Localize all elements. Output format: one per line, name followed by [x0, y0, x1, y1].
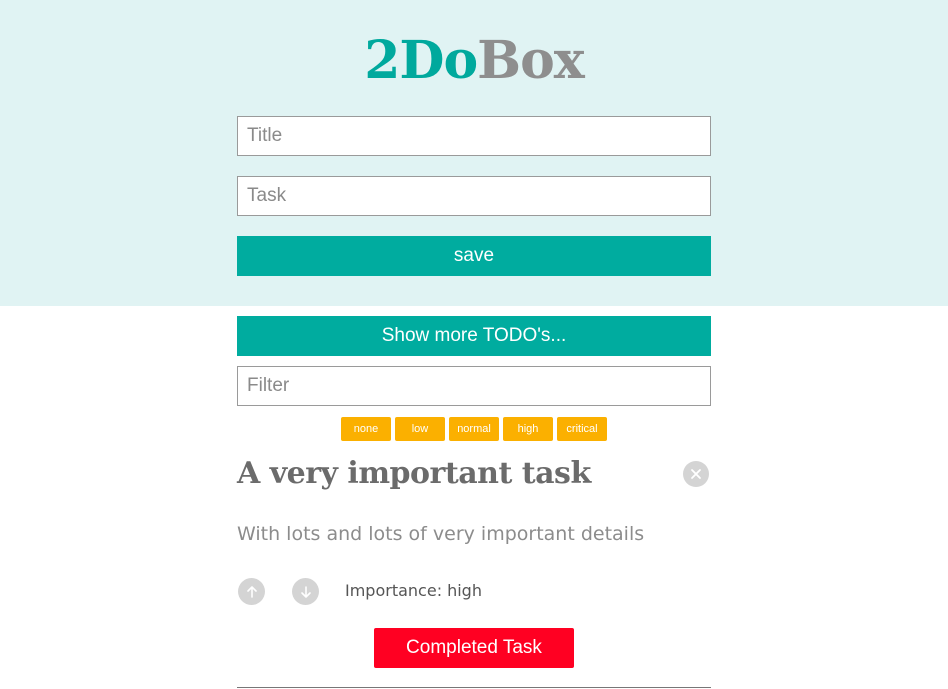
importance-indicator: Importance: high — [345, 581, 482, 600]
filter-normal-button[interactable]: normal — [449, 417, 499, 441]
importance-value: high — [447, 581, 482, 600]
todo-title[interactable]: A very important task — [237, 456, 591, 491]
delete-button[interactable] — [683, 461, 709, 487]
filter-none-button[interactable]: none — [341, 417, 391, 441]
filter-input[interactable] — [237, 366, 711, 406]
app-logo: 2DoBox — [0, 30, 948, 92]
close-icon — [691, 469, 701, 479]
arrow-up-icon — [246, 585, 257, 598]
arrow-down-icon — [300, 585, 311, 598]
filter-critical-button[interactable]: critical — [557, 417, 607, 441]
title-input[interactable] — [237, 116, 711, 156]
save-button[interactable]: save — [237, 236, 711, 276]
filter-high-button[interactable]: high — [503, 417, 553, 441]
todo-body[interactable]: With lots and lots of very important det… — [237, 523, 644, 545]
completed-task-button[interactable]: Completed Task — [374, 628, 574, 668]
logo-part-b: Box — [477, 30, 585, 91]
importance-filter-group: none low normal high critical — [341, 417, 607, 441]
upvote-button[interactable] — [238, 578, 265, 605]
logo-part-a: 2Do — [364, 30, 478, 91]
filter-low-button[interactable]: low — [395, 417, 445, 441]
show-more-button[interactable]: Show more TODO's... — [237, 316, 711, 356]
importance-label: Importance: — [345, 581, 443, 600]
downvote-button[interactable] — [292, 578, 319, 605]
card-divider — [237, 687, 711, 688]
task-input[interactable] — [237, 176, 711, 216]
